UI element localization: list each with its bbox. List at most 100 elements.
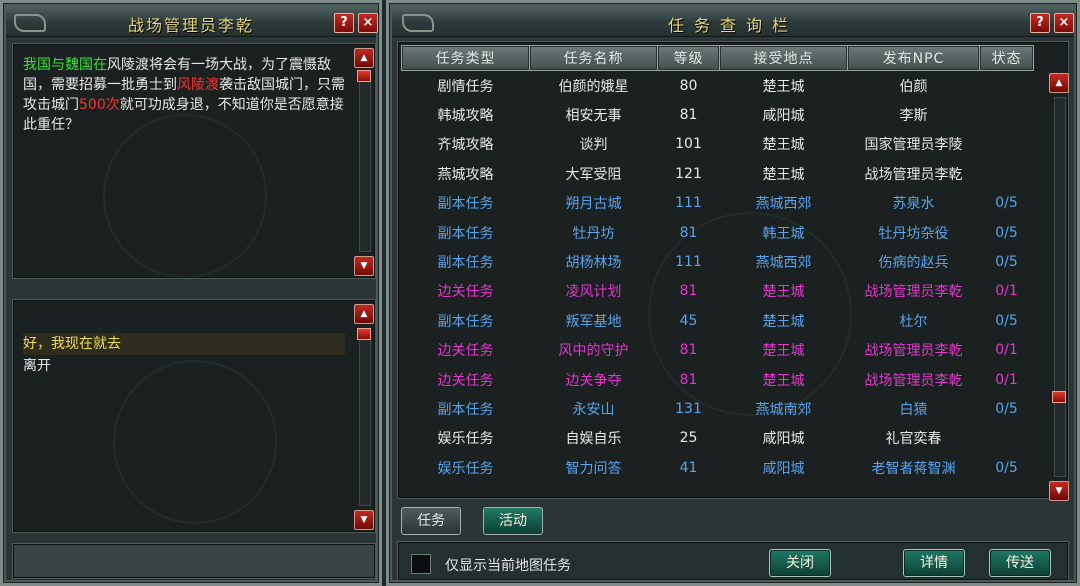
task-place: 韩王城 [762,225,805,242]
task-type: 副本任务 [437,401,494,418]
detail-button[interactable]: 详情 [903,549,965,577]
task-row[interactable]: 副本任务 朔月古城 111 燕城西郊 苏泉水 0/5 [402,189,1034,218]
close-panel-button[interactable]: 关闭 [769,549,831,577]
task-level: 80 [679,77,698,94]
task-type: 燕城攻略 [437,166,494,183]
message-scrollbar[interactable]: ▲ ▼ [354,48,374,276]
tab-activity[interactable]: 活动 [483,507,543,535]
filter-current-map-checkbox[interactable] [411,554,431,574]
task-row[interactable]: 边关任务 边关争夺 81 楚王城 战场管理员李乾 0/1 [402,365,1034,394]
task-type: 边关任务 [437,343,494,360]
task-status [980,130,1034,159]
task-row[interactable]: 剧情任务 伯颜的娥星 80 楚王城 伯颜 [402,71,1034,101]
highlight-location: 风陵渡 [177,77,219,93]
task-type: 韩城攻略 [437,108,494,125]
scroll-down-arrow-icon[interactable]: ▼ [354,256,374,276]
highlight-wei-country: 魏国在 [65,57,107,73]
scroll-up-arrow-icon[interactable]: ▲ [354,48,374,68]
task-place: 楚王城 [762,137,805,154]
column-header-place[interactable]: 接受地点 [719,45,848,71]
task-row[interactable]: 副本任务 胡杨林场 111 燕城西郊 伤病的赵兵 0/5 [402,247,1034,276]
task-row[interactable]: 副本任务 牡丹坊 81 韩王城 牡丹坊杂役 0/5 [402,218,1034,247]
task-npc: 伯颜 [899,78,928,95]
task-place: 楚王城 [762,372,805,389]
task-type: 娱乐任务 [437,460,494,477]
task-npc: 战场管理员李乾 [864,166,963,183]
scroll-up-arrow-icon[interactable]: ▲ [1049,73,1069,93]
task-status: 0/5 [995,312,1018,329]
scroll-thumb[interactable] [357,328,371,340]
option-accept[interactable]: 好，我现在就去 [23,333,345,355]
task-type: 剧情任务 [437,78,494,95]
task-row[interactable]: 娱乐任务 智力问答 41 咸阳城 老智者蒋智渊 0/5 [402,453,1034,482]
task-name: 自娱自乐 [565,431,622,448]
scroll-up-arrow-icon[interactable]: ▲ [354,304,374,324]
column-header-level[interactable]: 等级 [657,45,720,71]
scroll-down-arrow-icon[interactable]: ▼ [354,510,374,530]
tab-task[interactable]: 任务 [401,507,461,535]
task-place: 燕城西郊 [755,196,812,213]
scroll-track[interactable] [359,328,371,506]
task-place: 楚王城 [762,166,805,183]
task-status: 0/5 [995,224,1018,241]
task-level: 111 [675,195,702,212]
close-button[interactable]: × [358,13,378,33]
task-row[interactable]: 边关任务 凌风计划 81 楚王城 战场管理员李乾 0/1 [402,277,1034,306]
task-level: 121 [675,165,702,182]
task-row[interactable]: 副本任务 叛军基地 45 楚王城 杜尔 0/5 [402,306,1034,335]
task-npc: 礼官奕春 [885,431,942,448]
column-header-status[interactable]: 状态 [979,45,1034,71]
task-place: 咸阳城 [762,460,805,477]
task-type: 副本任务 [437,255,494,272]
task-level: 81 [679,371,698,388]
task-status: 0/1 [995,283,1018,300]
option-leave[interactable]: 离开 [23,355,345,377]
scroll-thumb[interactable] [357,70,371,82]
help-button[interactable]: ? [334,13,354,33]
task-table: 任务类型 任务名称 等级 接受地点 发布NPC 状态 剧情任务 伯颜的娥星 80 楚王… [401,45,1034,482]
scroll-down-arrow-icon[interactable]: ▼ [1049,481,1069,501]
task-place: 咸阳城 [762,108,805,125]
task-type: 边关任务 [437,284,494,301]
task-name: 凌风计划 [565,284,622,301]
task-name: 智力问答 [565,460,622,477]
task-npc: 李斯 [899,108,928,125]
task-npc: 老智者蒋智渊 [871,460,956,477]
task-row[interactable]: 娱乐任务 自娱自乐 25 咸阳城 礼官奕春 [402,424,1034,453]
task-level: 25 [679,430,698,447]
task-level: 81 [679,342,698,359]
task-name: 大军受阻 [565,166,622,183]
task-panel-title: 任务查询栏 [667,16,798,35]
task-npc: 战场管理员李乾 [864,284,963,301]
task-name: 牡丹坊 [572,225,615,242]
scroll-track[interactable] [1054,97,1066,477]
task-type: 齐城攻略 [437,137,494,154]
close-button[interactable]: × [1054,13,1074,33]
npc-dialog-window: 战场管理员李乾 ? × ▲ ▼ 我国与魏国在风陵渡将会有一场大战，为了震慑敌国，… [0,0,382,586]
task-name: 谈判 [579,137,608,154]
teleport-button[interactable]: 传送 [989,549,1051,577]
task-place: 燕城南郊 [755,401,812,418]
help-button[interactable]: ? [1030,13,1050,33]
task-row[interactable]: 燕城攻略 大军受阻 121 楚王城 战场管理员李乾 [402,159,1034,188]
scroll-thumb[interactable] [1052,391,1066,403]
task-row[interactable]: 齐城攻略 谈判 101 楚王城 国家管理员李陵 [402,130,1034,159]
task-row[interactable]: 韩城攻略 相安无事 81 咸阳城 李斯 [402,100,1034,129]
task-place: 燕城西郊 [755,255,812,272]
task-row[interactable]: 副本任务 永安山 131 燕城南郊 白猿 0/5 [402,394,1034,423]
npc-dialog-footer [12,543,376,579]
task-row[interactable]: 边关任务 风中的守护 81 楚王城 战场管理员李乾 0/1 [402,336,1034,365]
task-status [980,424,1034,453]
options-scrollbar[interactable]: ▲ ▼ [354,304,374,530]
task-panel-titlebar[interactable]: 任务查询栏 ? × [392,6,1074,37]
column-header-name[interactable]: 任务名称 [529,45,658,71]
task-list-scrollbar[interactable]: ▲ ▼ [1049,73,1069,501]
column-header-type[interactable]: 任务类型 [401,45,530,71]
task-status: 0/5 [995,254,1018,271]
npc-dialog-titlebar[interactable]: 战场管理员李乾 ? × [6,6,378,37]
task-type: 边关任务 [437,372,494,389]
task-name: 叛军基地 [565,313,622,330]
column-header-npc[interactable]: 发布NPC [847,45,980,71]
scroll-track[interactable] [359,72,371,252]
task-npc: 战场管理员李乾 [864,372,963,389]
